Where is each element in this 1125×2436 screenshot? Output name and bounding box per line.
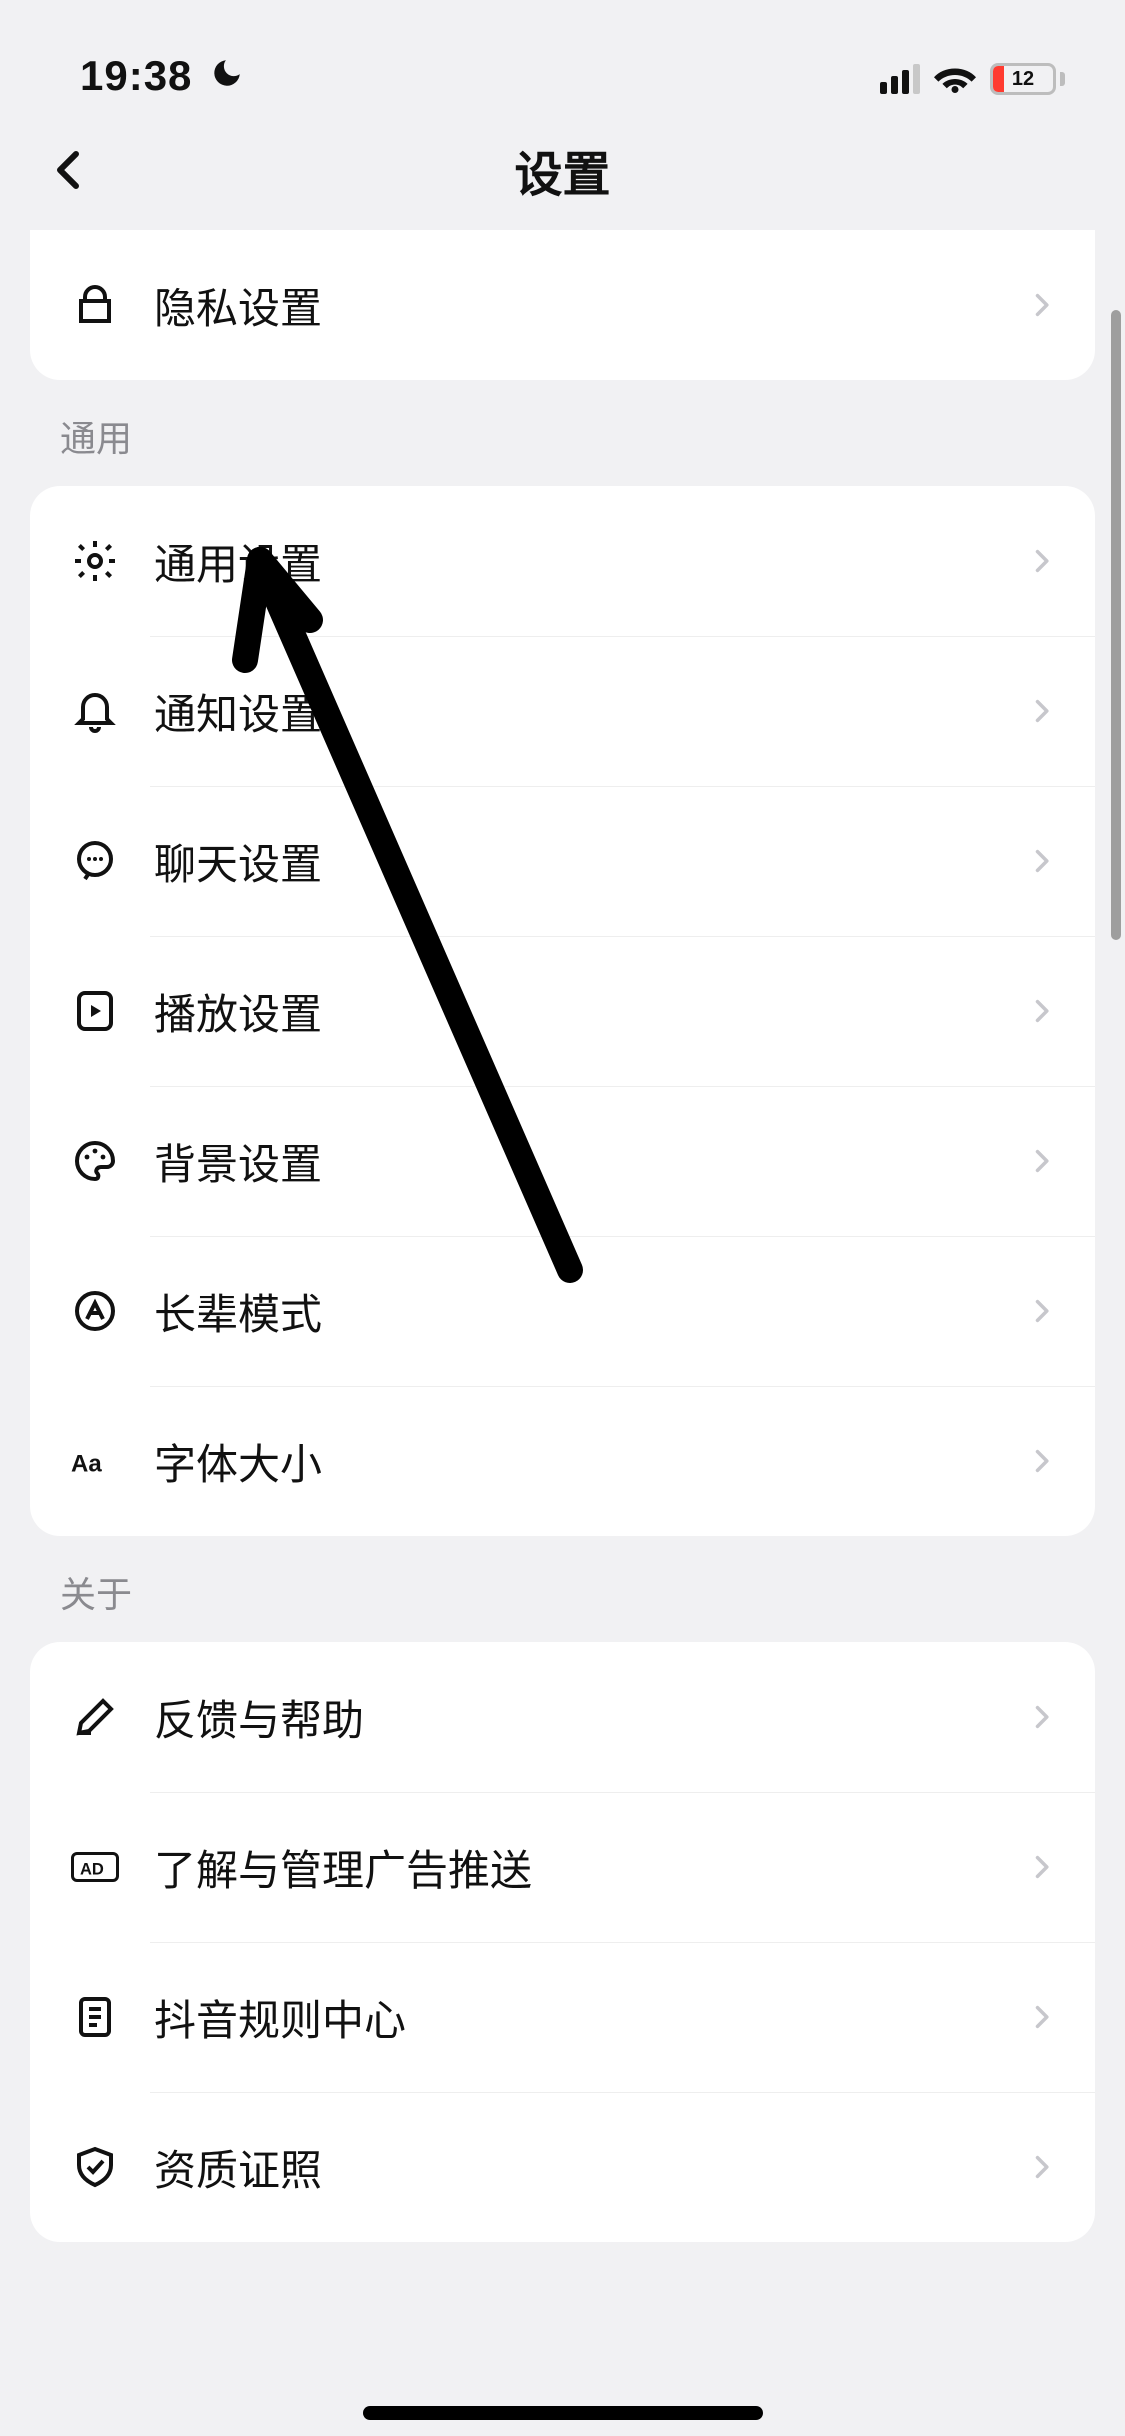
chevron-right-icon <box>1027 697 1055 725</box>
shield-check-icon <box>60 2143 130 2191</box>
row-chat-settings[interactable]: 聊天设置 <box>30 786 1095 936</box>
row-label: 通知设置 <box>154 681 322 742</box>
status-bar: 19:38 12 <box>0 0 1125 110</box>
row-general-settings[interactable]: 通用设置 <box>30 486 1095 636</box>
chat-icon <box>60 837 130 885</box>
chevron-right-icon <box>1027 547 1055 575</box>
chevron-right-icon <box>1027 1853 1055 1881</box>
chevron-right-icon <box>1027 2003 1055 2031</box>
chevron-right-icon <box>1027 291 1055 319</box>
edit-icon <box>60 1693 130 1741</box>
wifi-icon <box>934 58 976 100</box>
settings-group-general: 通用设置 通知设置 聊天设置 播放设置 背景设置 长辈模式 <box>30 486 1095 1536</box>
row-label: 通用设置 <box>154 531 322 592</box>
page-title: 设置 <box>514 135 610 205</box>
row-label: 字体大小 <box>154 1431 322 1492</box>
cellular-signal-icon <box>880 64 920 94</box>
row-label: 了解与管理广告推送 <box>154 1837 532 1898</box>
chevron-right-icon <box>1027 997 1055 1025</box>
row-label: 播放设置 <box>154 981 322 1042</box>
svg-text:AD: AD <box>80 1861 104 1879</box>
home-indicator <box>363 2406 763 2420</box>
row-label: 资质证照 <box>154 2137 322 2198</box>
palette-icon <box>60 1137 130 1185</box>
bell-icon <box>60 687 130 735</box>
chevron-right-icon <box>1027 1447 1055 1475</box>
status-time: 19:38 <box>80 52 192 100</box>
settings-group-top: 隐私设置 <box>30 230 1095 380</box>
battery-percent: 12 <box>993 66 1053 92</box>
lock-icon <box>60 281 130 329</box>
row-qualifications[interactable]: 资质证照 <box>30 2092 1095 2242</box>
row-rules-center[interactable]: 抖音规则中心 <box>30 1942 1095 2092</box>
ad-icon: AD <box>60 1843 130 1891</box>
nav-header: 设置 <box>0 110 1125 230</box>
scrollbar-thumb[interactable] <box>1111 310 1121 940</box>
row-ad-management[interactable]: AD 了解与管理广告推送 <box>30 1792 1095 1942</box>
row-playback-settings[interactable]: 播放设置 <box>30 936 1095 1086</box>
row-label: 抖音规则中心 <box>154 1987 406 2048</box>
chevron-right-icon <box>1027 2153 1055 2181</box>
chevron-right-icon <box>1027 847 1055 875</box>
font-size-icon: Aa <box>60 1437 130 1485</box>
row-notification-settings[interactable]: 通知设置 <box>30 636 1095 786</box>
row-feedback-help[interactable]: 反馈与帮助 <box>30 1642 1095 1792</box>
row-label: 聊天设置 <box>154 831 322 892</box>
row-label: 隐私设置 <box>154 275 322 336</box>
row-elder-mode[interactable]: 长辈模式 <box>30 1236 1095 1386</box>
dnd-moon-icon <box>210 52 244 100</box>
section-label-general: 通用 <box>0 380 1125 486</box>
chevron-right-icon <box>1027 1297 1055 1325</box>
row-font-size[interactable]: Aa 字体大小 <box>30 1386 1095 1536</box>
gear-icon <box>60 537 130 585</box>
elder-mode-icon <box>60 1287 130 1335</box>
play-icon <box>60 987 130 1035</box>
chevron-right-icon <box>1027 1703 1055 1731</box>
row-label: 长辈模式 <box>154 1281 322 1342</box>
chevron-right-icon <box>1027 1147 1055 1175</box>
row-label: 反馈与帮助 <box>154 1687 364 1748</box>
back-button[interactable] <box>40 140 100 200</box>
row-background-settings[interactable]: 背景设置 <box>30 1086 1095 1236</box>
svg-text:Aa: Aa <box>71 1451 102 1478</box>
settings-group-about: 反馈与帮助 AD 了解与管理广告推送 抖音规则中心 资质证照 <box>30 1642 1095 2242</box>
row-privacy-settings[interactable]: 隐私设置 <box>30 230 1095 380</box>
battery-indicator: 12 <box>990 63 1065 95</box>
section-label-about: 关于 <box>0 1536 1125 1642</box>
row-label: 背景设置 <box>154 1131 322 1192</box>
rules-icon <box>60 1993 130 2041</box>
